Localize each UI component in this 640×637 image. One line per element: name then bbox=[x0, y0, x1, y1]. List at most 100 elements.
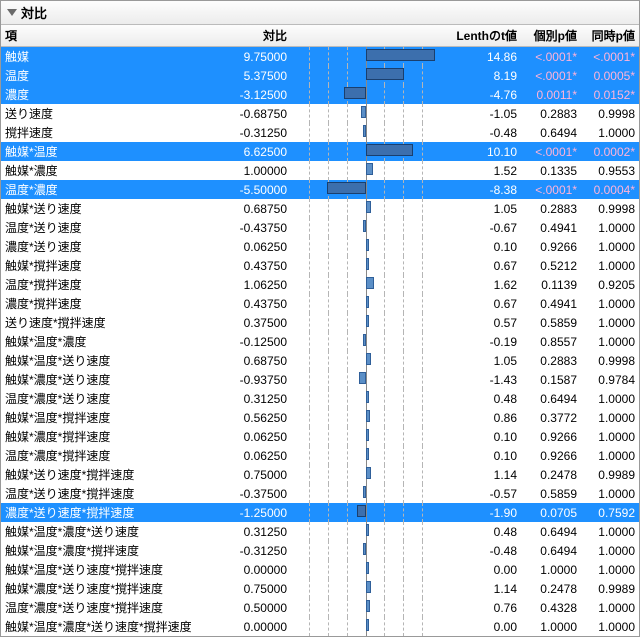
table-row[interactable]: 温度*濃度*送り速度*撹拌速度0.500000.760.43281.0000 bbox=[1, 598, 639, 617]
cell-p-sim: 1.0000 bbox=[581, 237, 639, 256]
table-row[interactable]: 触媒*濃度*送り速度*撹拌速度0.750001.140.24780.9989 bbox=[1, 579, 639, 598]
cell-bar bbox=[291, 522, 441, 541]
table-row[interactable]: 濃度-3.12500-4.760.0011*0.0152* bbox=[1, 85, 639, 104]
cell-term: 送り速度 bbox=[1, 104, 191, 123]
panel-header[interactable]: 対比 bbox=[1, 1, 639, 25]
table-row[interactable]: 触媒*送り速度0.687501.050.28830.9998 bbox=[1, 199, 639, 218]
table-row[interactable]: 触媒*温度*撹拌速度0.562500.860.37721.0000 bbox=[1, 408, 639, 427]
bar-icon bbox=[363, 486, 366, 498]
cell-p-sim: 1.0000 bbox=[581, 522, 639, 541]
cell-p-ind: 0.2883 bbox=[521, 199, 581, 218]
cell-bar bbox=[291, 180, 441, 199]
col-p-sim[interactable]: 同時p値 bbox=[581, 25, 639, 47]
cell-p-ind: 0.0705 bbox=[521, 503, 581, 522]
cell-tvalue: 1.05 bbox=[441, 199, 521, 218]
table-row[interactable]: 触媒9.7500014.86<.0001*<.0001* bbox=[1, 47, 639, 67]
cell-bar bbox=[291, 503, 441, 522]
table-row[interactable]: 温度5.375008.19<.0001*0.0005* bbox=[1, 66, 639, 85]
table-row[interactable]: 温度*送り速度-0.43750-0.670.49411.0000 bbox=[1, 218, 639, 237]
cell-bar bbox=[291, 617, 441, 636]
table-row[interactable]: 撹拌速度-0.31250-0.480.64941.0000 bbox=[1, 123, 639, 142]
cell-contrast: 1.00000 bbox=[191, 161, 291, 180]
cell-p-sim: 0.9205 bbox=[581, 275, 639, 294]
cell-p-sim: 0.0005* bbox=[581, 66, 639, 85]
cell-tvalue: 1.14 bbox=[441, 465, 521, 484]
bar-icon bbox=[327, 182, 366, 194]
cell-p-sim: 0.0002* bbox=[581, 142, 639, 161]
bar-icon bbox=[363, 334, 366, 346]
table-row[interactable]: 温度*濃度*撹拌速度0.062500.100.92661.0000 bbox=[1, 446, 639, 465]
table-row[interactable]: 触媒*温度*送り速度0.687501.050.28830.9998 bbox=[1, 351, 639, 370]
cell-tvalue: -1.90 bbox=[441, 503, 521, 522]
table-row[interactable]: 濃度*送り速度0.062500.100.92661.0000 bbox=[1, 237, 639, 256]
cell-tvalue: -0.19 bbox=[441, 332, 521, 351]
cell-bar bbox=[291, 560, 441, 579]
table-row[interactable]: 触媒*濃度1.000001.520.13350.9553 bbox=[1, 161, 639, 180]
cell-contrast: 0.37500 bbox=[191, 313, 291, 332]
cell-p-ind: 0.2883 bbox=[521, 351, 581, 370]
table-row[interactable]: 触媒*温度*濃度*送り速度0.312500.480.64941.0000 bbox=[1, 522, 639, 541]
cell-bar bbox=[291, 237, 441, 256]
table-row[interactable]: 送り速度*撹拌速度0.375000.570.58591.0000 bbox=[1, 313, 639, 332]
cell-contrast: -0.68750 bbox=[191, 104, 291, 123]
cell-p-ind: 0.9266 bbox=[521, 446, 581, 465]
table-row[interactable]: 触媒*撹拌速度0.437500.670.52121.0000 bbox=[1, 256, 639, 275]
table-row[interactable]: 触媒*濃度*送り速度-0.93750-1.430.15870.9784 bbox=[1, 370, 639, 389]
table-row[interactable]: 送り速度-0.68750-1.050.28830.9998 bbox=[1, 104, 639, 123]
cell-term: 温度*送り速度*撹拌速度 bbox=[1, 484, 191, 503]
cell-p-ind: 0.6494 bbox=[521, 541, 581, 560]
table-row[interactable]: 触媒*温度*濃度-0.12500-0.190.85571.0000 bbox=[1, 332, 639, 351]
table-row[interactable]: 温度*濃度-5.50000-8.38<.0001*0.0004* bbox=[1, 180, 639, 199]
bar-icon bbox=[366, 562, 369, 574]
cell-contrast: -0.43750 bbox=[191, 218, 291, 237]
table-row[interactable]: 触媒*温度*濃度*送り速度*撹拌速度0.000000.001.00001.000… bbox=[1, 617, 639, 636]
bar-icon bbox=[366, 467, 371, 479]
cell-contrast: 0.56250 bbox=[191, 408, 291, 427]
cell-term: 触媒*温度*送り速度*撹拌速度 bbox=[1, 560, 191, 579]
table-row[interactable]: 触媒*送り速度*撹拌速度0.750001.140.24780.9989 bbox=[1, 465, 639, 484]
table-row[interactable]: 触媒*温度6.6250010.10<.0001*0.0002* bbox=[1, 142, 639, 161]
cell-term: 触媒*送り速度*撹拌速度 bbox=[1, 465, 191, 484]
bar-icon bbox=[363, 125, 366, 137]
bar-icon bbox=[357, 505, 366, 517]
cell-contrast: 0.43750 bbox=[191, 256, 291, 275]
table-row[interactable]: 温度*撹拌速度1.062501.620.11390.9205 bbox=[1, 275, 639, 294]
cell-contrast: 0.31250 bbox=[191, 522, 291, 541]
cell-p-sim: 0.9998 bbox=[581, 104, 639, 123]
bar-icon bbox=[366, 258, 369, 270]
col-p-ind[interactable]: 個別p値 bbox=[521, 25, 581, 47]
cell-term: 触媒*温度*濃度 bbox=[1, 332, 191, 351]
bar-icon bbox=[366, 315, 369, 327]
col-tvalue[interactable]: Lenthのt値 bbox=[441, 25, 521, 47]
cell-p-sim: 1.0000 bbox=[581, 332, 639, 351]
disclosure-triangle-icon[interactable] bbox=[7, 9, 17, 16]
table-row[interactable]: 温度*濃度*送り速度0.312500.480.64941.0000 bbox=[1, 389, 639, 408]
table-row[interactable]: 触媒*温度*送り速度*撹拌速度0.000000.001.00001.0000 bbox=[1, 560, 639, 579]
cell-tvalue: 0.57 bbox=[441, 313, 521, 332]
cell-bar bbox=[291, 199, 441, 218]
table-row[interactable]: 濃度*送り速度*撹拌速度-1.25000-1.900.07050.7592 bbox=[1, 503, 639, 522]
col-contrast[interactable]: 対比 bbox=[191, 25, 291, 47]
bar-icon bbox=[366, 619, 369, 631]
cell-p-ind: 0.3772 bbox=[521, 408, 581, 427]
cell-p-ind: 1.0000 bbox=[521, 617, 581, 636]
panel-title: 対比 bbox=[21, 3, 47, 22]
cell-contrast: 9.75000 bbox=[191, 47, 291, 67]
cell-tvalue: 0.10 bbox=[441, 446, 521, 465]
bar-icon bbox=[366, 524, 369, 536]
table-row[interactable]: 触媒*濃度*撹拌速度0.062500.100.92661.0000 bbox=[1, 427, 639, 446]
col-term[interactable]: 項 bbox=[1, 25, 191, 47]
cell-p-sim: 1.0000 bbox=[581, 541, 639, 560]
table-row[interactable]: 濃度*撹拌速度0.437500.670.49411.0000 bbox=[1, 294, 639, 313]
cell-tvalue: 0.10 bbox=[441, 237, 521, 256]
cell-p-sim: 0.9784 bbox=[581, 370, 639, 389]
cell-tvalue: 0.10 bbox=[441, 427, 521, 446]
cell-contrast: -0.12500 bbox=[191, 332, 291, 351]
table-row[interactable]: 温度*送り速度*撹拌速度-0.37500-0.570.58591.0000 bbox=[1, 484, 639, 503]
bar-icon bbox=[366, 581, 371, 593]
cell-p-sim: 1.0000 bbox=[581, 123, 639, 142]
cell-tvalue: 1.14 bbox=[441, 579, 521, 598]
table-row[interactable]: 触媒*温度*濃度*撹拌速度-0.31250-0.480.64941.0000 bbox=[1, 541, 639, 560]
cell-p-ind: 0.4941 bbox=[521, 218, 581, 237]
cell-bar bbox=[291, 218, 441, 237]
